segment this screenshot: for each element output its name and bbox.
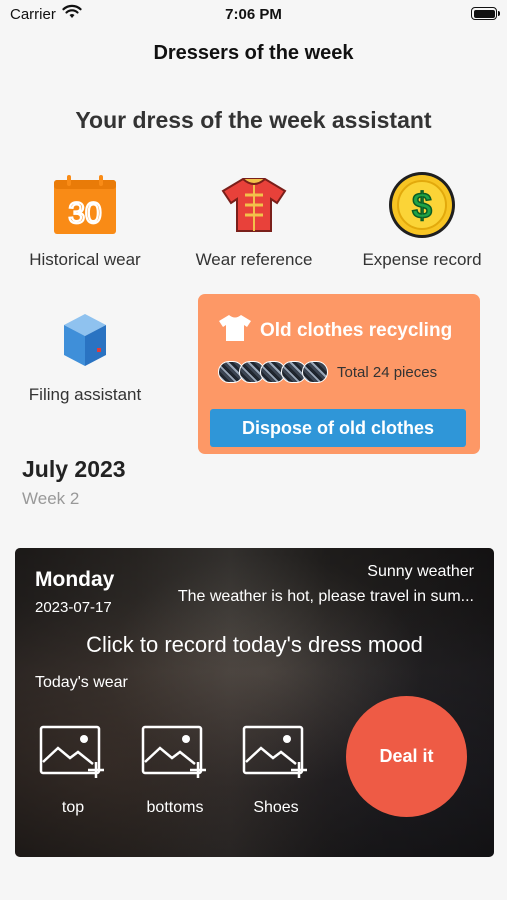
feature-label: Filing assistant (28, 385, 142, 404)
slot-label: Shoes (253, 799, 299, 816)
feature-historical-wear[interactable]: 30 Historical wear (5, 172, 165, 270)
deal-it-button[interactable]: Deal it (346, 696, 467, 817)
tshirt-icon (218, 314, 252, 347)
box-icon (62, 312, 108, 373)
feature-label: Wear reference (195, 250, 313, 269)
weather-description: The weather is hot, please travel in sum… (177, 588, 474, 605)
day-label: Monday (35, 568, 115, 591)
add-image-icon (241, 724, 311, 785)
week-label: Week 2 (22, 489, 80, 508)
svg-text:30: 30 (68, 197, 101, 230)
weather-label: Sunny weather (367, 563, 474, 580)
feature-label: Expense record (362, 250, 482, 269)
month-label: July 2023 (22, 456, 126, 482)
recycling-title: Old clothes recycling (260, 319, 453, 341)
todays-wear-label: Today's wear (35, 674, 128, 691)
feature-filing-assistant[interactable]: Filing assistant (5, 307, 165, 405)
slot-shoes[interactable]: Shoes (241, 724, 311, 817)
add-image-icon (140, 724, 210, 785)
daily-dress-card[interactable]: Monday 2023-07-17 Sunny weather The weat… (15, 548, 494, 857)
shirt-icon (221, 177, 287, 238)
page-title: Dressers of the week (153, 42, 354, 64)
feature-expense-record[interactable]: $ Expense record (342, 170, 502, 270)
svg-text:$: $ (412, 185, 432, 226)
clothes-thumbnail (302, 361, 328, 383)
record-mood-prompt[interactable]: Click to record today's dress mood (15, 632, 494, 658)
calendar-icon: 30 (53, 174, 117, 240)
feature-wear-reference[interactable]: Wear reference (174, 172, 334, 270)
feature-label: Historical wear (29, 250, 141, 269)
status-bar: Carrier 7:06 PM (0, 0, 507, 30)
slot-top[interactable]: top (38, 724, 108, 817)
clothes-thumbnails (218, 361, 328, 383)
dispose-old-clothes-button[interactable]: Dispose of old clothes (210, 409, 466, 447)
slot-label: top (61, 799, 85, 816)
battery-icon (471, 7, 500, 20)
pieces-count: Total 24 pieces (337, 363, 438, 381)
add-image-icon (38, 724, 108, 785)
recycling-card[interactable]: Old clothes recycling Total 24 pieces Di… (198, 294, 480, 454)
date-label: 2023-07-17 (35, 599, 112, 616)
dollar-coin-icon: $ (387, 170, 457, 245)
section-subtitle: Your dress of the week assistant (75, 107, 432, 133)
slot-bottoms[interactable]: bottoms (140, 724, 210, 817)
clock: 7:06 PM (225, 6, 282, 23)
slot-label: bottoms (146, 799, 204, 816)
